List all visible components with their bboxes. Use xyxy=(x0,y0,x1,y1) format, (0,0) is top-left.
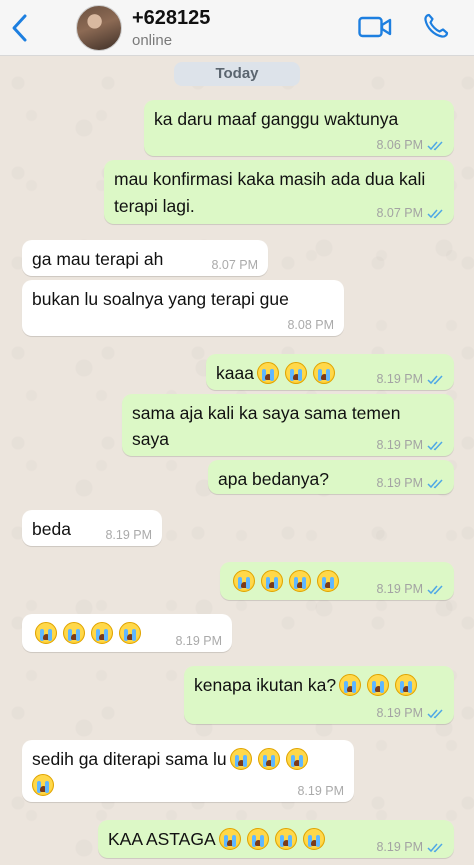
loudly-crying-face-emoji xyxy=(32,774,54,796)
double-check-icon xyxy=(427,440,443,450)
loudly-crying-face-emoji xyxy=(289,570,311,592)
loudly-crying-face-emoji xyxy=(317,570,339,592)
video-camera-icon[interactable] xyxy=(358,15,392,39)
message-time: 8.19 PM xyxy=(175,634,222,648)
chevron-left-icon[interactable] xyxy=(8,12,32,44)
double-check-icon xyxy=(427,374,443,384)
message-text: ga mau terapi ah xyxy=(32,249,164,269)
loudly-crying-face-emoji xyxy=(256,362,279,384)
loudly-crying-face-emoji xyxy=(274,828,297,850)
loudly-crying-face-emoji xyxy=(339,674,362,696)
message-time: 8.19 PM xyxy=(376,372,423,386)
message-time: 8.07 PM xyxy=(211,258,258,272)
message-time: 8.19 PM xyxy=(376,840,423,854)
message-bubble[interactable]: 8.19 PM xyxy=(220,562,454,600)
message-time: 8.19 PM xyxy=(376,438,423,452)
message-time: 8.19 PM xyxy=(376,582,423,596)
loudly-crying-face-emoji xyxy=(218,828,241,850)
loudly-crying-face-emoji xyxy=(246,828,269,850)
double-check-icon xyxy=(427,478,443,488)
message-time: 8.19 PM xyxy=(105,528,152,542)
loudly-crying-face-emoji xyxy=(302,828,325,850)
message-text: beda xyxy=(32,519,71,539)
message-bubble[interactable]: mau konfirmasi kaka masih ada dua kali t… xyxy=(104,160,454,224)
loudly-crying-face-emoji xyxy=(233,570,255,592)
message-bubble[interactable]: bukan lu soalnya yang terapi gue 8.08 PM xyxy=(22,280,344,336)
loudly-crying-face-emoji xyxy=(395,674,418,696)
message-bubble[interactable]: ga mau terapi ah 8.07 PM xyxy=(22,240,268,276)
contact-name[interactable]: +628125 xyxy=(132,7,210,30)
message-text: kenapa ikutan ka? xyxy=(194,675,337,695)
double-check-icon xyxy=(427,708,443,718)
message-text: apa bedanya? xyxy=(218,469,329,489)
chat-header: +628125 online xyxy=(0,0,474,56)
message-text: KAA ASTAGA xyxy=(108,829,216,849)
avatar[interactable] xyxy=(76,5,122,51)
double-check-icon xyxy=(427,842,443,852)
double-check-icon xyxy=(427,208,443,218)
loudly-crying-face-emoji xyxy=(367,674,390,696)
message-bubble[interactable]: apa bedanya? 8.19 PM xyxy=(208,460,454,494)
loudly-crying-face-emoji xyxy=(257,748,280,770)
message-text: sedih ga diterapi sama lu xyxy=(32,749,227,769)
contact-status: online xyxy=(132,32,173,49)
loudly-crying-face-emoji xyxy=(63,622,85,644)
double-check-icon xyxy=(427,584,443,594)
message-bubble[interactable]: sama aja kali ka saya sama temen saya 8.… xyxy=(122,394,454,456)
message-time: 8.06 PM xyxy=(376,138,423,152)
message-bubble[interactable]: KAA ASTAGA 8.19 PM xyxy=(98,820,454,858)
loudly-crying-face-emoji xyxy=(284,362,307,384)
message-text: ka daru maaf ganggu waktunya xyxy=(154,109,399,129)
message-list[interactable]: Today ka daru maaf ganggu waktunya 8.06 … xyxy=(0,56,474,865)
message-bubble[interactable]: ka daru maaf ganggu waktunya 8.06 PM xyxy=(144,100,454,156)
loudly-crying-face-emoji xyxy=(35,622,57,644)
message-bubble[interactable]: 8.19 PM xyxy=(22,614,232,652)
message-bubble[interactable]: beda 8.19 PM xyxy=(22,510,162,546)
loudly-crying-face-emoji xyxy=(285,748,308,770)
loudly-crying-face-emoji xyxy=(91,622,113,644)
double-check-icon xyxy=(427,140,443,150)
date-separator: Today xyxy=(174,62,300,86)
message-time: 8.19 PM xyxy=(376,706,423,720)
loudly-crying-face-emoji xyxy=(312,362,335,384)
message-time: 8.08 PM xyxy=(287,318,334,332)
message-bubble[interactable]: sedih ga diterapi sama lu 8.19 PM xyxy=(22,740,354,802)
message-bubble[interactable]: kenapa ikutan ka? 8.19 PM xyxy=(184,666,454,724)
loudly-crying-face-emoji xyxy=(261,570,283,592)
message-time: 8.19 PM xyxy=(297,784,344,798)
message-time: 8.07 PM xyxy=(376,206,423,220)
message-text: kaaa xyxy=(216,363,254,383)
message-bubble[interactable]: kaaa 8.19 PM xyxy=(206,354,454,390)
phone-icon[interactable] xyxy=(422,12,450,40)
loudly-crying-face-emoji xyxy=(119,622,141,644)
loudly-crying-face-emoji xyxy=(229,748,252,770)
message-text: bukan lu soalnya yang terapi gue xyxy=(32,289,289,309)
message-time: 8.19 PM xyxy=(376,476,423,490)
